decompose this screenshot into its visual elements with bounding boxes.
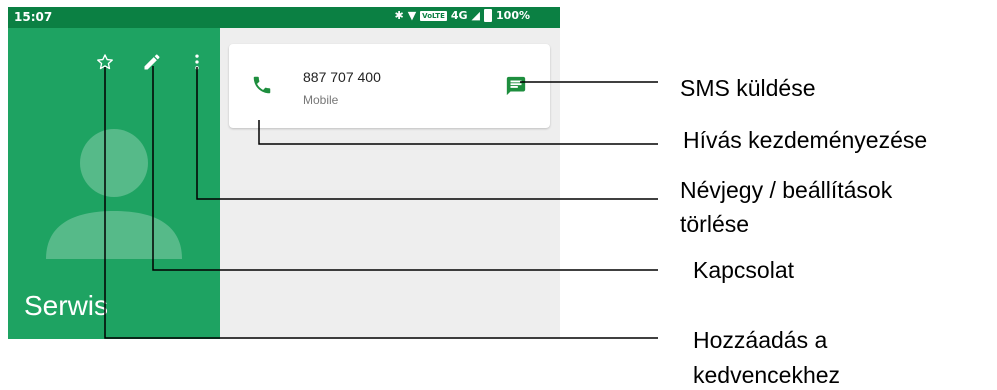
callout-edit: Kapcsolat (693, 257, 795, 283)
callout-delete-line1: Névjegy / beállítások (680, 177, 893, 203)
callout-favorite-line2: kedvencekhez (693, 362, 841, 388)
callout-favorite-line1: Hozzáadás a (693, 327, 828, 353)
callout-sms: SMS küldése (680, 75, 816, 101)
callout-call: Hívás kezdeményezése (683, 127, 928, 153)
callout-delete-line2: törlése (680, 211, 750, 234)
